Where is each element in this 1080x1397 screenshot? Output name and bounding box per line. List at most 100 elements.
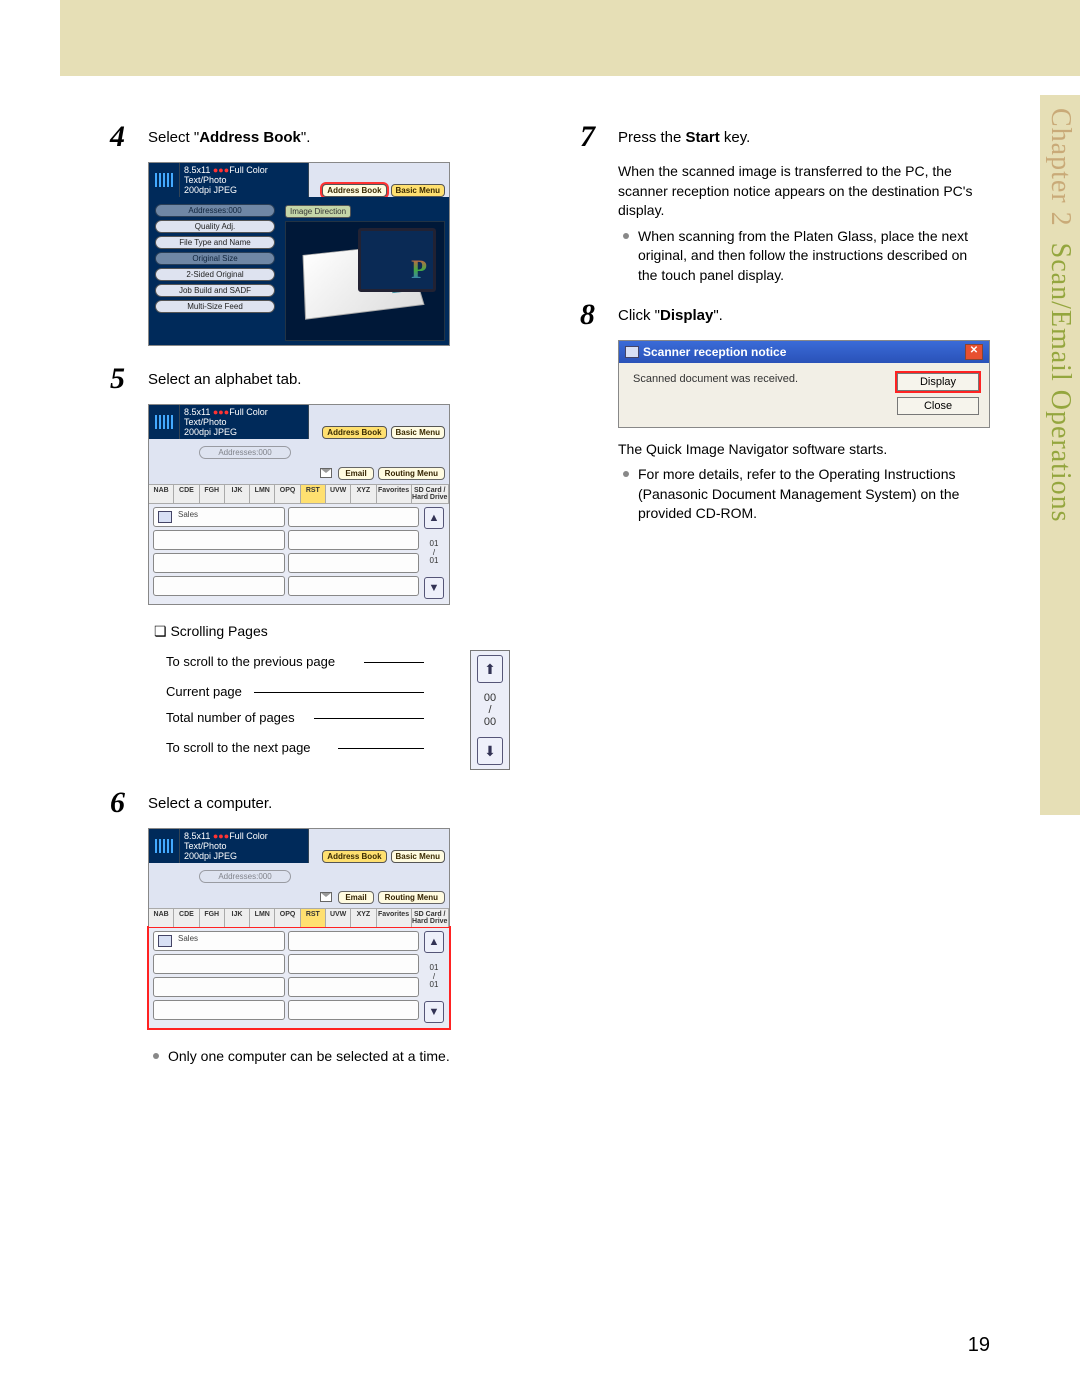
alpha-tab[interactable]: UVW (326, 909, 351, 927)
opt-quality[interactable]: Quality Adj. (155, 220, 275, 233)
display-button[interactable]: Display (897, 373, 979, 391)
legend-next: To scroll to the next page (166, 740, 311, 755)
tab-basic-menu[interactable]: Basic Menu (391, 426, 445, 439)
alpha-tab[interactable]: LMN (250, 909, 275, 927)
list-entry[interactable] (153, 530, 285, 550)
alpha-tab[interactable]: CDE (174, 909, 199, 927)
page-number: 19 (968, 1334, 990, 1357)
scroll-up-icon: ⬆ (477, 655, 503, 683)
alpha-tab[interactable]: OPQ (275, 485, 300, 503)
opt-filetype[interactable]: File Type and Name (155, 236, 275, 249)
step-text: Click "Display". (618, 300, 990, 326)
step-7: 7 Press the Start key. (580, 122, 990, 152)
thumbnail-icon (149, 405, 180, 439)
scroll-down-icon: ⬇ (477, 737, 503, 765)
close-button[interactable]: Close (897, 397, 979, 415)
opt-2sided[interactable]: 2-Sided Original (155, 268, 275, 281)
page-indicator: 01/01 (430, 964, 439, 990)
dialog-titlebar: Scanner reception notice ✕ (619, 341, 989, 363)
list-entry[interactable]: Sales (153, 931, 285, 951)
alpha-tab[interactable]: FGH (200, 909, 225, 927)
page-indicator: 01/01 (430, 540, 439, 566)
step-8-body: The Quick Image Navigator software start… (618, 440, 990, 460)
list-entry[interactable] (288, 931, 420, 951)
preview-area: P P (285, 221, 445, 341)
btn-routing[interactable]: Routing Menu (378, 891, 445, 904)
step-7-body: When the scanned image is transferred to… (618, 162, 990, 221)
alpha-tab[interactable]: FGH (200, 485, 225, 503)
scrolling-pages-heading: Scrolling Pages (154, 623, 520, 640)
alpha-tab[interactable]: NAB (149, 909, 174, 927)
alpha-tab[interactable]: LMN (250, 485, 275, 503)
chapter-title: Scan/Email Operations (1045, 243, 1076, 523)
scroll-down-button[interactable]: ▼ (424, 1001, 444, 1023)
alpha-tab[interactable]: UVW (326, 485, 351, 503)
step-7-bullet: When scanning from the Platen Glass, pla… (638, 227, 990, 286)
scroll-down-button[interactable]: ▼ (424, 577, 444, 599)
thumbnail-icon (149, 163, 180, 197)
alpha-tab-favorites[interactable]: Favorites (377, 485, 412, 503)
list-entry[interactable] (288, 553, 420, 573)
step-text: Select a computer. (148, 788, 520, 814)
alpha-tab-sdcard[interactable]: SD Card / Hard Drive (412, 485, 449, 503)
step-number: 4 (110, 122, 148, 152)
alpha-tab[interactable]: XYZ (351, 485, 376, 503)
figure-select-computer: 8.5x11 ●●●Full Color Text/Photo 200dpi J… (148, 828, 450, 1029)
alpha-tab-sdcard[interactable]: SD Card / Hard Drive (412, 909, 449, 927)
tab-basic-menu[interactable]: Basic Menu (391, 184, 445, 197)
list-entry[interactable] (288, 576, 420, 596)
alpha-tab[interactable]: XYZ (351, 909, 376, 927)
scroll-up-button[interactable]: ▲ (424, 931, 444, 953)
btn-email[interactable]: Email (338, 891, 373, 904)
opt-original-size[interactable]: Original Size (155, 252, 275, 265)
figure-alphabet-tabs: 8.5x11 ●●●Full Color Text/Photo 200dpi J… (148, 404, 450, 605)
status-readout: 8.5x11 ●●●Full Color Text/Photo 200dpi J… (180, 829, 309, 863)
alpha-tab[interactable]: CDE (174, 485, 199, 503)
tab-address-book[interactable]: Address Book (322, 426, 386, 439)
list-entry[interactable] (288, 954, 420, 974)
tab-address-book[interactable]: Address Book (322, 184, 386, 197)
scroll-up-button[interactable]: ▲ (424, 507, 444, 529)
tab-basic-menu[interactable]: Basic Menu (391, 850, 445, 863)
email-icon (320, 468, 332, 478)
step-8-bullet: For more details, refer to the Operating… (638, 465, 990, 524)
header-band (60, 0, 1080, 76)
image-direction-label[interactable]: Image Direction (285, 205, 351, 218)
step-4: 4 Select "Address Book". (110, 122, 520, 152)
tab-address-book[interactable]: Address Book (322, 850, 386, 863)
close-icon[interactable]: ✕ (965, 344, 983, 360)
email-icon (320, 892, 332, 902)
dialog-message: Scanned document was received. (633, 373, 867, 385)
addresses-indicator: Addresses:000 (199, 446, 291, 459)
figure-address-book-panel: 8.5x11 ●●●Full Color Text/Photo 200dpi J… (148, 162, 450, 346)
dialog-title: Scanner reception notice (643, 345, 786, 359)
list-entry[interactable]: Sales (153, 507, 285, 527)
alpha-tab[interactable]: RST (301, 909, 326, 927)
alpha-tab[interactable]: NAB (149, 485, 174, 503)
list-entry[interactable] (288, 530, 420, 550)
opt-multisize[interactable]: Multi-Size Feed (155, 300, 275, 313)
btn-routing[interactable]: Routing Menu (378, 467, 445, 480)
alpha-tab[interactable]: IJK (225, 909, 250, 927)
list-entry[interactable] (288, 1000, 420, 1020)
alpha-tab[interactable]: RST (301, 485, 326, 503)
alphabet-tab-row: NAB CDE FGH IJK LMN OPQ RST UVW XYZ Favo… (149, 908, 449, 928)
alpha-tab-favorites[interactable]: Favorites (377, 909, 412, 927)
list-entry[interactable] (288, 977, 420, 997)
figure-scrolling-legend: To scroll to the previous page Current p… (166, 650, 520, 770)
list-entry[interactable] (153, 954, 285, 974)
chapter-number: Chapter 2 (1045, 108, 1076, 227)
btn-email[interactable]: Email (338, 467, 373, 480)
figure-scanner-reception-dialog: Scanner reception notice ✕ Scanned docum… (618, 340, 990, 428)
list-entry[interactable] (153, 553, 285, 573)
list-entry[interactable] (153, 977, 285, 997)
list-entry[interactable] (153, 576, 285, 596)
status-readout: 8.5x11 ●●●Full Color Text/Photo 200dpi J… (180, 163, 309, 197)
list-entry[interactable] (153, 1000, 285, 1020)
opt-jobbuild[interactable]: Job Build and SADF (155, 284, 275, 297)
alpha-tab[interactable]: IJK (225, 485, 250, 503)
list-entry[interactable] (288, 507, 420, 527)
alpha-tab[interactable]: OPQ (275, 909, 300, 927)
legend-prev: To scroll to the previous page (166, 654, 335, 669)
step-text: Select "Address Book". (148, 122, 520, 148)
